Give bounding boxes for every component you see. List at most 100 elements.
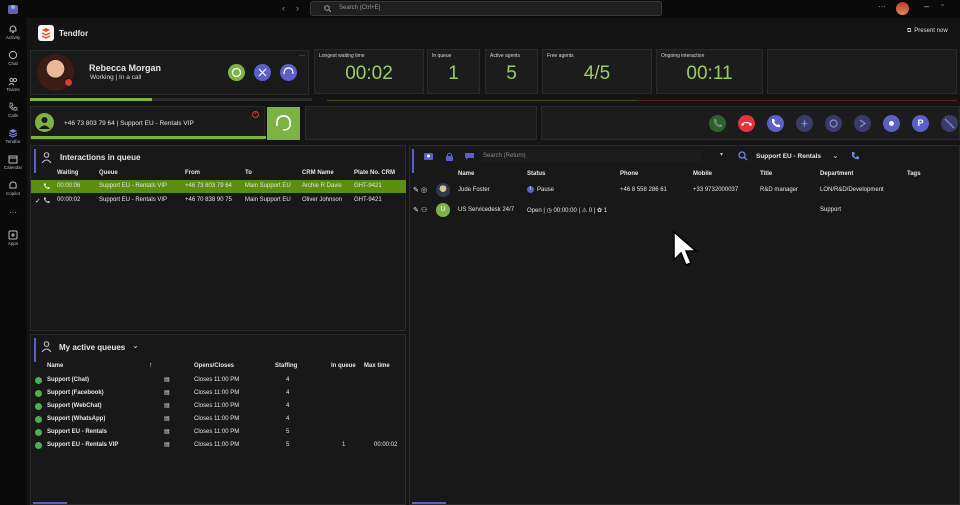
cell-to: Main Support EU — [245, 183, 291, 189]
pin-icon[interactable]: ✎ — [413, 206, 419, 214]
rail-item-tendfor[interactable]: Tendfor — [0, 128, 26, 144]
agent-more-icon[interactable]: ··· — [299, 53, 305, 59]
column-header-to[interactable]: To — [245, 170, 252, 176]
phone-icon[interactable] — [850, 151, 860, 161]
column-header-department[interactable]: Department — [820, 171, 853, 177]
column-header-max-time[interactable]: Max time — [364, 363, 390, 369]
record-button[interactable] — [883, 115, 900, 132]
answer-headset-button[interactable] — [267, 107, 300, 140]
dropdown-caret-icon[interactable]: ▾ — [720, 151, 723, 158]
queue-row[interactable]: Support (Chat) ▤ Closes 11:00 PM 4 — [31, 374, 406, 387]
contact-mobile[interactable]: +33 9732000037 — [693, 187, 738, 193]
chat-bubble-icon[interactable] — [464, 151, 475, 162]
consult-button[interactable] — [796, 115, 813, 132]
queue-row[interactable]: Support (WebChat) ▤ Closes 11:00 PM 4 — [31, 400, 406, 413]
column-header-name[interactable]: Name — [47, 363, 63, 369]
sort-up-icon[interactable]: ↑ — [149, 362, 153, 369]
park-call-button[interactable]: P — [912, 115, 929, 132]
rail-item-activity[interactable]: Activity — [0, 24, 26, 40]
stat-empty-tile — [767, 49, 957, 94]
copilot-icon — [9, 181, 17, 189]
caller-avatar — [35, 113, 54, 132]
queue-row[interactable]: Support (WhatsApp) ▤ Closes 11:00 PM 4 — [31, 413, 406, 426]
busy-status-icon — [64, 78, 73, 87]
active-call-card[interactable]: +46 73 803 79 64 | Support EU - Rentals … — [30, 106, 266, 140]
pin-icon[interactable]: ✎ — [413, 186, 419, 194]
logout-queue-button[interactable] — [254, 64, 271, 81]
stat-value: 00:11 — [686, 63, 733, 84]
search-icon[interactable] — [738, 151, 748, 161]
queue-filter-select[interactable]: Support EU - Rentals — [756, 153, 821, 160]
headset-button[interactable] — [280, 64, 297, 81]
column-header-in-queue[interactable]: In queue — [331, 363, 356, 369]
calendar-icon: ▤ — [164, 390, 170, 396]
agent-status: Working | In a call — [90, 74, 142, 81]
back-arrow-icon[interactable]: ‹ — [282, 3, 285, 13]
chevron-down-icon[interactable]: ⌄ — [832, 151, 839, 160]
minimize-icon[interactable]: – — [924, 1, 929, 11]
present-now-button[interactable]: ⧉ Present now — [907, 28, 948, 35]
rail-item-calendar[interactable]: Calendar — [0, 154, 26, 170]
rail-item-copilot[interactable]: Copilot — [0, 180, 26, 196]
table-row[interactable]: ✓ 00:00:02 Support EU - Rentals VIP +46 … — [31, 194, 406, 207]
available-toggle-button[interactable] — [228, 64, 245, 81]
rail-item-calls[interactable]: Calls — [0, 102, 26, 118]
queue-name: Support (WhatsApp) — [47, 416, 106, 422]
panel-title: My active queues — [59, 343, 126, 352]
user-avatar[interactable] — [896, 2, 909, 15]
agent-progress-track — [152, 98, 312, 101]
tendfor-logo-icon — [41, 28, 51, 39]
contacts-icon[interactable] — [423, 151, 434, 162]
rail-more-icon[interactable]: ··· — [0, 208, 26, 217]
column-header-crm-name[interactable]: CRM Name — [302, 170, 334, 176]
conference-button[interactable] — [825, 115, 842, 132]
column-header-from[interactable]: From — [185, 170, 200, 176]
table-row[interactable]: 00:00:06 Support EU - Rentals VIP +46 73… — [31, 180, 406, 193]
table-row[interactable]: ✎ ⚇ U US Servicedesk 24/7 Open | ◷ 00:00… — [410, 201, 959, 220]
scrollbar-thumb[interactable] — [33, 502, 67, 504]
end-call-button[interactable] — [738, 115, 755, 132]
queue-row[interactable]: Support EU - Rentals ▤ Closes 11:00 PM 5 — [31, 426, 406, 439]
column-header-title[interactable]: Title — [760, 171, 772, 177]
stat-label: Ongoing interaction — [661, 53, 705, 59]
forward-arrow-icon[interactable]: › — [296, 3, 299, 13]
more-options-icon[interactable]: ··· — [878, 2, 886, 11]
headset-icon — [283, 67, 294, 75]
answer-call-button[interactable] — [709, 115, 726, 132]
close-call-icon[interactable]: × — [252, 111, 259, 118]
forward-button[interactable] — [854, 115, 871, 132]
column-header-mobile[interactable]: Mobile — [693, 171, 712, 177]
rail-item-teams[interactable]: Teams — [0, 76, 26, 92]
chevron-down-icon[interactable]: ⌄ — [132, 341, 139, 350]
queue-closes: Closes 11:00 PM — [194, 403, 240, 409]
mute-button[interactable] — [941, 115, 958, 132]
directory-search-input[interactable]: Search (Return) — [481, 150, 701, 162]
column-header-name[interactable]: Name — [458, 171, 474, 177]
contact-phone[interactable]: +46 8 558 286 61 — [620, 187, 667, 193]
column-header-plate[interactable]: Plate No. CRM — [354, 170, 395, 176]
queue-row[interactable]: Support EU - Rentals VIP ▤ Closes 11:00 … — [31, 439, 406, 452]
column-header-waiting[interactable]: Waiting — [57, 170, 78, 176]
queue-closes: Closes 11:00 PM — [194, 416, 240, 422]
column-header-tags[interactable]: Tags — [907, 171, 921, 177]
table-row[interactable]: ✎ ◎ Jude Foster i Pause +46 8 558 286 61… — [410, 181, 959, 200]
global-search-input[interactable]: Search (Ctrl+E) — [310, 1, 662, 16]
bell-icon — [9, 25, 17, 34]
maximize-icon[interactable]: ▫ — [941, 2, 943, 9]
column-header-queue[interactable]: Queue — [99, 170, 118, 176]
column-header-status[interactable]: Status — [527, 171, 545, 177]
rail-item-apps[interactable]: Apps — [0, 230, 26, 246]
column-header-opens-closes[interactable]: Opens/Closes — [194, 363, 234, 369]
column-header-phone[interactable]: Phone — [620, 171, 638, 177]
lock-icon[interactable] — [444, 151, 455, 162]
cell-queue: Support EU - Rentals VIP — [99, 197, 168, 203]
hang-up-icon — [741, 122, 752, 126]
queue-name: Support (WebChat) — [47, 403, 102, 409]
rail-item-chat[interactable]: Chat — [0, 50, 26, 66]
rail-label: Activity — [5, 35, 21, 40]
scrollbar-thumb[interactable] — [412, 502, 446, 504]
transfer-call-button[interactable] — [767, 115, 784, 132]
open-status-icon — [35, 416, 42, 423]
queue-row[interactable]: Support (Facebook) ▤ Closes 11:00 PM 4 — [31, 387, 406, 400]
column-header-staffing[interactable]: Staffing — [275, 363, 297, 369]
